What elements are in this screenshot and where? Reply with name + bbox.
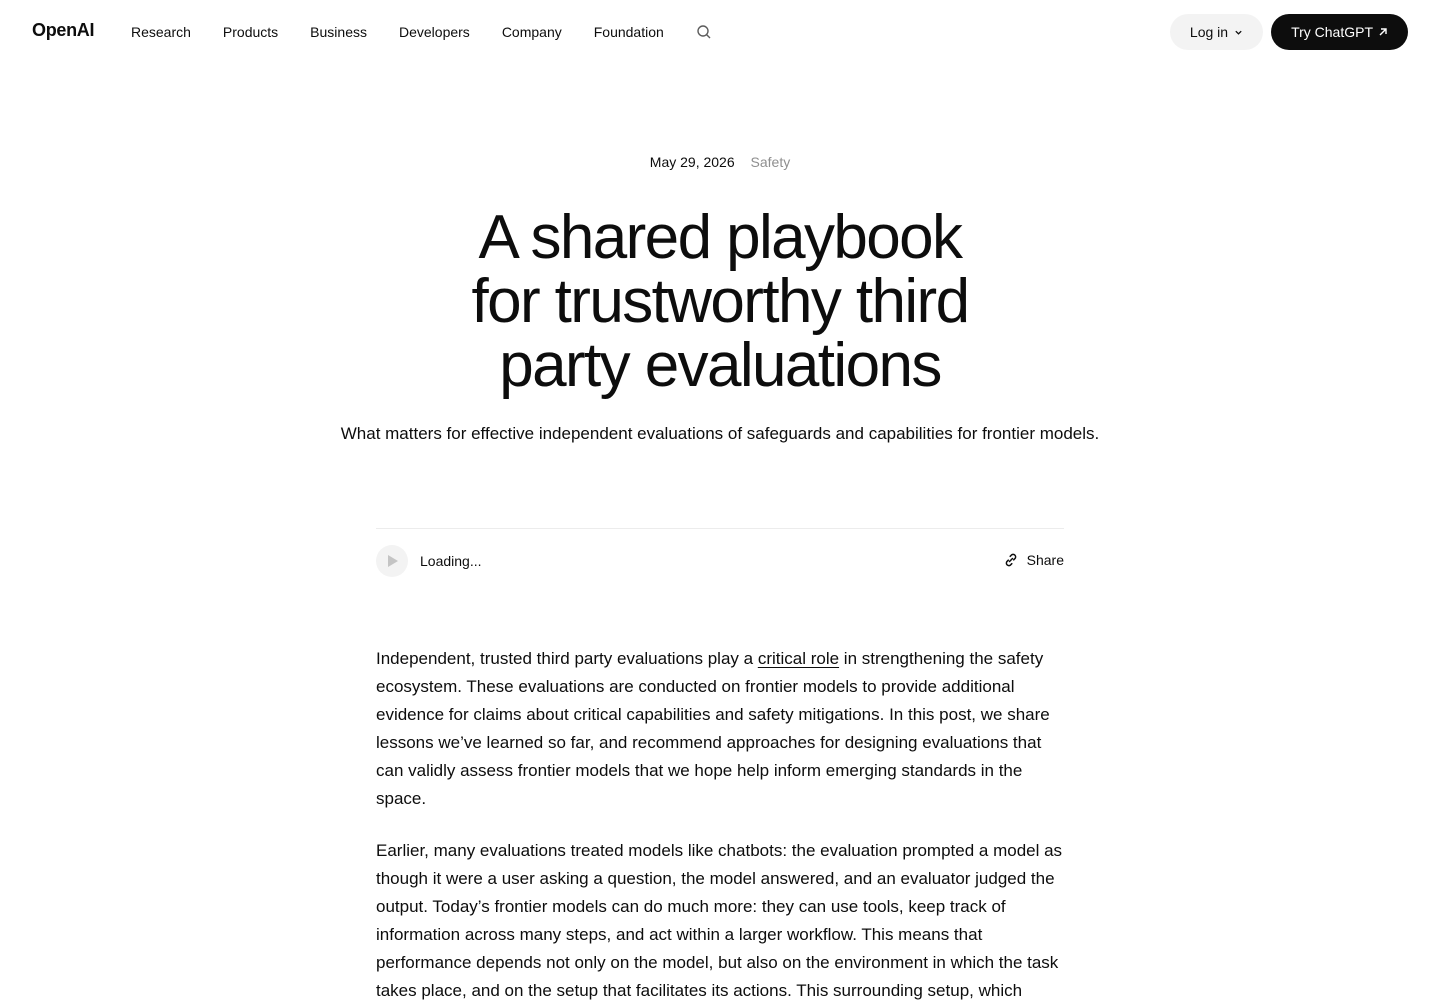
title-line: A shared playbook — [478, 203, 964, 272]
main-nav: Research Products Business Developers Co… — [131, 22, 714, 42]
login-button[interactable]: Log in — [1169, 14, 1264, 50]
title-line: for trustworthy third — [471, 267, 970, 336]
openai-logo[interactable]: OpenAI — [32, 20, 95, 41]
nav-item-business[interactable]: Business — [310, 22, 367, 42]
page-title: A shared playbook for trustworthy third … — [370, 206, 1070, 398]
page-subtitle: What matters for effective independent e… — [340, 424, 1100, 443]
audio-status: Loading... — [420, 553, 482, 569]
critical-role-link[interactable]: critical role — [758, 649, 839, 668]
try-chatgpt-label: Try ChatGPT — [1291, 24, 1373, 40]
category-tag[interactable]: Safety — [751, 154, 791, 170]
nav-item-research[interactable]: Research — [131, 22, 191, 42]
paragraph-text: in strengthening the safety ecosystem. T… — [376, 649, 1050, 808]
paragraph-text: Independent, trusted third party evaluat… — [376, 649, 758, 668]
nav-item-foundation[interactable]: Foundation — [594, 22, 664, 42]
site-header: OpenAI Research Products Business Develo… — [0, 0, 1440, 64]
play-icon — [388, 555, 398, 567]
publish-date: May 29, 2026 — [649, 154, 735, 170]
header-actions: Log in Try ChatGPT — [1169, 14, 1408, 50]
title-line: party evaluations — [499, 331, 942, 400]
article-meta: May 29, 2026 Safety — [0, 152, 1440, 172]
arrow-up-right-icon — [1379, 28, 1387, 36]
link-icon — [1005, 553, 1016, 567]
try-chatgpt-button[interactable]: Try ChatGPT — [1271, 14, 1408, 50]
login-label: Log in — [1189, 24, 1229, 40]
play-button[interactable] — [376, 545, 408, 577]
nav-item-products[interactable]: Products — [223, 22, 278, 42]
chevron-down-icon — [1235, 30, 1242, 35]
share-button[interactable]: Share — [1003, 551, 1064, 569]
nav-item-developers[interactable]: Developers — [399, 22, 470, 42]
search-icon[interactable] — [696, 24, 714, 42]
nav-item-company[interactable]: Company — [502, 22, 562, 42]
body-paragraph: Independent, trusted third party evaluat… — [376, 645, 1064, 813]
audio-player-bar: Loading... Share — [376, 528, 1064, 594]
article-body: Independent, trusted third party evaluat… — [376, 645, 1064, 1000]
share-label: Share — [1026, 552, 1064, 568]
body-paragraph: Earlier, many evaluations treated models… — [376, 841, 1063, 1000]
